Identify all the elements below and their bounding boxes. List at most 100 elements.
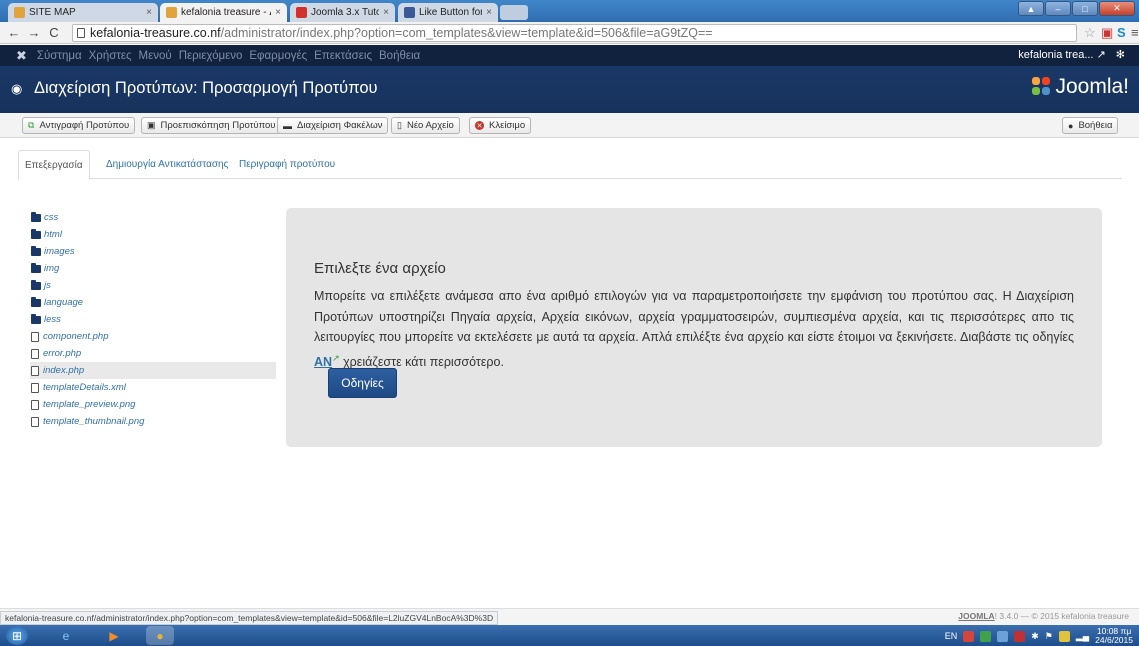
tree-folder[interactable]: less — [30, 311, 276, 328]
tab-edit[interactable]: Επεξεργασία — [18, 150, 90, 180]
preview-template-button[interactable]: ▣ Προεπισκόπηση Προτύπου — [141, 117, 282, 134]
tree-file[interactable]: component.php — [30, 328, 276, 345]
copy-icon: ⧉ — [28, 120, 35, 130]
site-link[interactable]: kefalonia trea... ↗ — [1018, 48, 1106, 61]
tab-label: SITE MAP — [29, 7, 76, 18]
documentation-button[interactable]: Οδηγίες — [328, 368, 397, 398]
browser-tab-facebook[interactable]: Like Button for Web × — [398, 3, 498, 22]
folder-icon: ▬ — [283, 120, 292, 131]
tree-folder[interactable]: img — [30, 260, 276, 277]
media-player-icon[interactable]: ▶ — [100, 626, 128, 645]
menu-help[interactable]: Βοήθεια — [379, 50, 420, 62]
maximize-button[interactable]: □ — [1072, 1, 1098, 16]
tray-app-icon[interactable] — [963, 630, 975, 642]
joomla-logo-icon[interactable]: ✖ — [16, 48, 27, 64]
file-tree: css html images img js language less com… — [30, 209, 276, 430]
menu-components[interactable]: Εφαρμογές — [249, 50, 307, 62]
file-name: error.php — [43, 348, 82, 359]
page-icon — [77, 28, 85, 38]
folder-icon — [31, 211, 41, 222]
close-tab-icon[interactable]: × — [486, 7, 492, 18]
browser-tab-kefalonia[interactable]: kefalonia treasure - Διαχε × — [160, 3, 287, 22]
folder-name: css — [44, 212, 59, 223]
menu-system[interactable]: Σύστημα — [37, 50, 82, 62]
menu-icon[interactable]: ≡ — [1131, 25, 1139, 40]
url-input[interactable]: kefalonia-treasure.co.nf/administrator/i… — [72, 24, 1077, 42]
page-header: ◉ Διαχείριση Προτύπων: Προσαρμογή Προτύπ… — [0, 66, 1139, 113]
menu-users[interactable]: Χρήστες — [89, 50, 132, 62]
brand-text: Joomla! — [1055, 75, 1129, 98]
folder-icon — [31, 262, 41, 273]
close-tab-icon[interactable]: × — [146, 7, 152, 18]
preview-template-label: Προεπισκόπηση Προτύπου — [160, 120, 276, 131]
signal-icon[interactable]: ▂▄ — [1076, 631, 1089, 642]
language-indicator[interactable]: EN — [945, 631, 958, 641]
menu-menus[interactable]: Μενού — [139, 50, 172, 62]
copy-template-button[interactable]: ⧉ Αντιγραφή Προτύπου — [22, 117, 136, 134]
tree-file[interactable]: template_thumbnail.png — [30, 413, 276, 430]
close-tab-icon[interactable]: × — [383, 7, 389, 18]
minimize-button[interactable]: – — [1045, 1, 1071, 16]
close-button[interactable]: ✕ Κλείσιμο — [469, 117, 532, 134]
new-file-label: Νέο Αρχείο — [406, 120, 454, 131]
joomla-brand-logo: Joomla! — [1032, 75, 1129, 99]
docs-link[interactable]: ΑΝ — [314, 355, 332, 369]
clock[interactable]: 10:08 πμ 24/6/2015 — [1095, 627, 1133, 645]
documentation-label: Οδηγίες — [341, 376, 384, 390]
new-file-button[interactable]: ▯ Νέο Αρχείο — [391, 117, 460, 134]
tray-app-icon[interactable] — [980, 630, 992, 642]
tree-file-selected[interactable]: index.php — [30, 362, 276, 379]
menu-extensions[interactable]: Επεκτάσεις — [314, 50, 372, 62]
description-text: Μπορείτε να επιλέξετε ανάμεσα απο ένα αρ… — [314, 289, 1074, 344]
user-icon[interactable]: ▲ — [1018, 1, 1044, 16]
browser-tab-strip: SITE MAP × kefalonia treasure - Διαχε × … — [0, 0, 1139, 22]
tree-folder[interactable]: js — [30, 277, 276, 294]
joomla-favicon-icon — [166, 7, 177, 18]
browser-tab-sitemap[interactable]: SITE MAP × — [8, 3, 158, 22]
tray-app-icon[interactable] — [1014, 630, 1026, 642]
new-tab-button[interactable] — [500, 5, 528, 20]
folder-name: language — [44, 297, 84, 308]
start-button[interactable]: ⊞ — [6, 626, 28, 645]
skype-icon[interactable]: S — [1117, 25, 1126, 40]
status-url: kefalonia-treasure.co.nf/administrator/i… — [0, 611, 499, 625]
chrome-icon[interactable]: ● — [146, 626, 174, 645]
settings-gear-icon[interactable]: ✻ — [1116, 48, 1125, 61]
reload-icon[interactable]: C — [44, 25, 64, 40]
help-button[interactable]: ● Βοήθεια — [1062, 117, 1119, 134]
extension-icon[interactable]: ▣ — [1101, 25, 1113, 41]
bluetooth-icon[interactable]: ✱ — [1031, 631, 1039, 642]
manage-folders-button[interactable]: ▬ Διαχείριση Φακέλων — [277, 117, 389, 134]
tree-folder[interactable]: images — [30, 243, 276, 260]
joomla-footer-brand[interactable]: JOOMLA — [958, 611, 994, 621]
tray-app-icon[interactable] — [997, 630, 1009, 642]
file-icon — [31, 399, 39, 410]
tree-folder[interactable]: css — [30, 209, 276, 226]
browser-tab-youtube[interactable]: Joomla 3.x Tutorial 9 - Εισ × — [290, 3, 395, 22]
star-icon[interactable]: ☆ — [1084, 25, 1096, 41]
flag-icon[interactable]: ⚑ — [1045, 631, 1053, 642]
system-tray: EN ✱ ⚑ ▂▄ 10:08 πμ 24/6/2015 — [945, 627, 1133, 645]
menu-content[interactable]: Περιεχόμενο — [179, 50, 243, 62]
external-link-icon: ↗ — [332, 352, 340, 363]
close-tab-icon[interactable]: × — [275, 7, 281, 18]
help-label: Βοήθεια — [1078, 120, 1113, 131]
panel-description: Μπορείτε να επιλέξετε ανάμεσα απο ένα αρ… — [314, 286, 1074, 372]
tray-app-icon[interactable] — [1058, 630, 1070, 642]
back-icon[interactable]: ← — [4, 25, 24, 40]
tree-folder[interactable]: html — [30, 226, 276, 243]
forward-icon[interactable]: → — [24, 25, 44, 40]
folder-icon — [31, 245, 41, 256]
file-icon — [31, 382, 39, 393]
internet-explorer-icon[interactable]: e — [52, 626, 80, 645]
menu-right-group: kefalonia trea... ↗ ✻ — [1018, 48, 1125, 61]
tab-template-description[interactable]: Περιγραφή προτύπου — [233, 150, 341, 179]
tree-folder[interactable]: language — [30, 294, 276, 311]
tree-file[interactable]: template_preview.png — [30, 396, 276, 413]
close-window-button[interactable]: ✕ — [1099, 1, 1135, 16]
tree-file[interactable]: error.php — [30, 345, 276, 362]
folder-name: img — [44, 263, 60, 274]
description-text-after: χρειάζεστε κάτι περισσότερο. — [339, 354, 504, 369]
tree-file[interactable]: templateDetails.xml — [30, 379, 276, 396]
tab-create-override[interactable]: Δημιουργία Αντικατάστασης — [100, 150, 234, 179]
